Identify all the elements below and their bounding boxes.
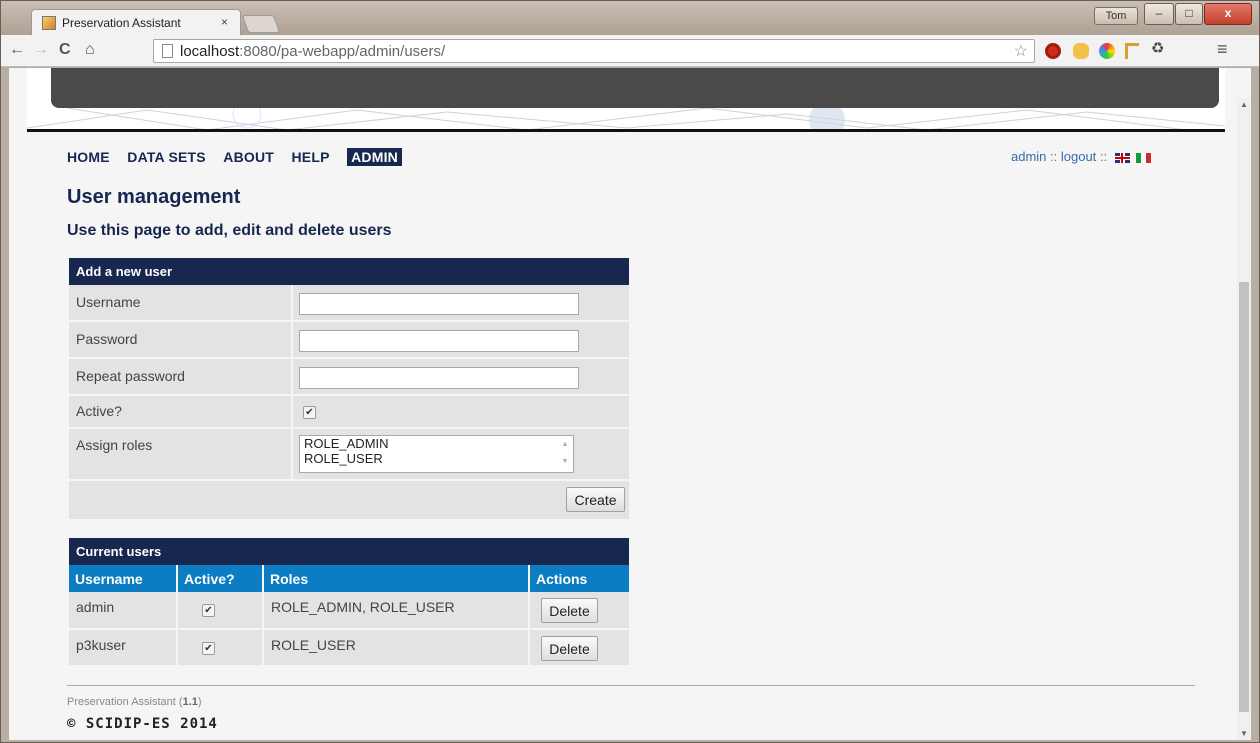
delete-button[interactable]: Delete [541,636,598,661]
english-flag-icon[interactable] [1114,152,1130,163]
user-active-cell: ✔ [177,592,264,630]
maximize-button[interactable]: □ [1175,3,1203,25]
page-icon [162,44,173,58]
table-row: p3kuser ✔ ROLE_USER Delete [69,629,629,667]
favicon-icon [42,16,56,30]
repeat-password-field[interactable] [299,367,579,389]
user-active-cell: ✔ [177,629,264,667]
username-row: Username [69,285,629,322]
page-scrollbar[interactable]: ▲ ▼ [1237,98,1251,740]
address-bar[interactable]: localhost:8080/pa-webapp/admin/users/ ☆ [153,39,1035,63]
site-banner [27,68,1225,132]
footer-copyright: © SCIDIP-ES 2014 [67,716,218,732]
col-roles: Roles [263,565,530,592]
network-pattern [27,108,1225,129]
link-separator: :: [1046,149,1061,164]
users-table: Username Active? Roles Actions admin ✔ R… [69,565,629,667]
close-window-button[interactable]: x [1204,3,1252,25]
repeat-password-row: Repeat password [69,359,629,396]
user-roles: ROLE_ADMIN, ROLE_USER [263,592,530,630]
scroll-down-icon[interactable]: ▼ [1240,729,1248,738]
footer-version: Preservation Assistant (1.1) [67,696,202,708]
page-viewport: HOME DATA SETS ABOUT HELP ADMIN admin ::… [9,68,1251,740]
bookmark-star-icon[interactable]: ☆ [1014,41,1028,61]
main-nav: HOME DATA SETS ABOUT HELP ADMIN [67,148,415,168]
add-user-header: Add a new user [69,258,629,285]
cookie-extension-icon[interactable] [1073,43,1089,59]
username-label: Username [76,294,141,310]
reload-icon[interactable]: C [59,41,71,59]
repeat-password-label: Repeat password [76,368,185,384]
active-row: Active? ✔ [69,396,629,429]
user-active-checkbox: ✔ [202,642,215,655]
admin-user-link[interactable]: admin [1011,149,1046,164]
tab-close-icon[interactable]: × [221,15,228,29]
nav-about[interactable]: ABOUT [223,149,274,165]
password-label: Password [76,331,138,347]
italian-flag-icon[interactable] [1135,152,1151,163]
roles-label: Assign roles [76,437,153,453]
roles-listbox[interactable]: ROLE_ADMIN ROLE_USER ▲ ▼ [299,435,574,473]
password-field[interactable] [299,330,579,352]
col-active: Active? [177,565,264,592]
nav-help[interactable]: HELP [292,149,330,165]
minimize-button[interactable]: – [1144,3,1174,25]
banner-dark-bar [51,68,1219,108]
url-text[interactable]: localhost:8080/pa-webapp/admin/users/ [180,43,445,60]
create-button[interactable]: Create [566,487,625,512]
recycle-extension-icon[interactable]: ♻ [1151,39,1164,57]
user-username: admin [69,592,178,630]
adblock-extension-icon[interactable] [1045,43,1061,59]
col-actions: Actions [529,565,629,592]
user-actions-cell: Delete [529,629,629,667]
forward-arrow-icon[interactable]: → [33,41,49,59]
scroll-up-icon[interactable]: ▲ [1240,100,1248,109]
nav-admin[interactable]: ADMIN [347,148,402,166]
browser-toolbar: ← → C ⌂ localhost:8080/pa-webapp/admin/u… [1,35,1259,67]
home-icon[interactable]: ⌂ [85,41,95,59]
scrollbar-thumb[interactable] [1239,282,1249,712]
nav-home[interactable]: HOME [67,149,110,165]
roles-row: Assign roles ROLE_ADMIN ROLE_USER ▲ ▼ [69,429,629,481]
table-row: admin ✔ ROLE_ADMIN, ROLE_USER Delete [69,592,629,630]
active-checkbox[interactable]: ✔ [303,406,316,419]
title-bar: Preservation Assistant × Tom – □ x [1,1,1259,35]
active-label: Active? [76,403,122,419]
new-tab-button[interactable] [241,15,281,33]
tab-title: Preservation Assistant [62,16,181,30]
hamburger-menu-icon[interactable]: ≡ [1217,39,1228,60]
create-row: Create [69,481,629,519]
user-links: admin :: logout :: [1011,149,1151,164]
browser-window: Preservation Assistant × Tom – □ x ← → C… [0,0,1260,743]
page-subtitle: Use this page to add, edit and delete us… [67,222,392,239]
user-active-checkbox: ✔ [202,604,215,617]
color-picker-extension-icon[interactable] [1099,43,1115,59]
current-users-header: Current users [69,538,629,565]
add-user-panel: Add a new user Username Password Repeat … [69,258,629,519]
role-option[interactable]: ROLE_ADMIN [304,436,573,451]
ruler-extension-icon[interactable] [1125,43,1139,59]
col-username: Username [69,565,178,592]
link-separator: :: [1096,149,1111,164]
page-title: User management [67,186,241,208]
users-table-header-row: Username Active? Roles Actions [69,565,629,592]
back-arrow-icon[interactable]: ← [9,41,25,59]
password-row: Password [69,322,629,359]
user-actions-cell: Delete [529,592,629,630]
listbox-scroll-arrows[interactable]: ▲ ▼ [557,436,573,472]
footer-divider [67,685,1195,686]
profile-button[interactable]: Tom [1094,7,1138,25]
username-field[interactable] [299,293,579,315]
nav-data-sets[interactable]: DATA SETS [127,149,206,165]
current-users-panel: Current users Username Active? Roles Act… [69,538,629,667]
user-username: p3kuser [69,629,178,667]
delete-button[interactable]: Delete [541,598,598,623]
browser-tab[interactable]: Preservation Assistant × [31,9,241,35]
logout-link[interactable]: logout [1061,149,1096,164]
role-option[interactable]: ROLE_USER [304,451,573,466]
user-roles: ROLE_USER [263,629,530,667]
